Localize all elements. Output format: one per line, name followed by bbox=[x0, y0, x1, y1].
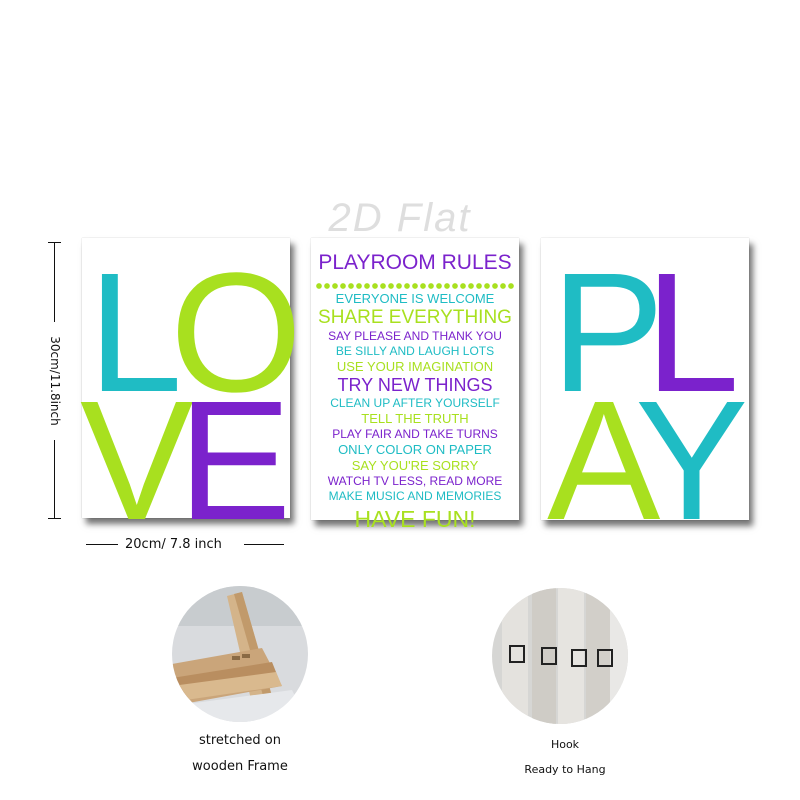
height-tick-bottom bbox=[48, 518, 61, 519]
frame-caption-line2: wooden Frame bbox=[192, 759, 288, 774]
rule-line: TRY NEW THINGS bbox=[337, 375, 493, 395]
rule-line: ONLY COLOR ON PAPER bbox=[338, 442, 492, 457]
play-letter-y: Y bbox=[635, 366, 749, 556]
rule-line: EVERYONE IS WELCOME bbox=[335, 291, 495, 306]
rule-line: HAVE FUN! bbox=[354, 506, 476, 532]
rule-line: MAKE MUSIC AND MEMORIES bbox=[328, 489, 502, 503]
wooden-frame-image bbox=[172, 586, 308, 722]
playroom-rules-panel: PLAYROOM RULES EVERYONE IS WELCOME SHARE … bbox=[311, 238, 519, 531]
width-label: 20cm/ 7.8 inch bbox=[125, 537, 222, 552]
rule-line: WATCH TV LESS, READ MORE bbox=[327, 474, 503, 488]
hook-caption-line1: Hook bbox=[550, 738, 580, 751]
frame-caption-line1: stretched on bbox=[199, 733, 281, 748]
height-line-top bbox=[54, 242, 55, 322]
hook-photo bbox=[492, 588, 628, 724]
rules-title: PLAYROOM RULES bbox=[318, 251, 512, 274]
wooden-frame-photo bbox=[172, 586, 308, 722]
rule-line: TELL THE TRUTH bbox=[361, 411, 469, 426]
play-canvas-panel: P L A Y bbox=[541, 238, 749, 546]
rule-line: BE SILLY AND LAUGH LOTS bbox=[335, 344, 495, 358]
rule-line: SHARE EVERYTHING bbox=[318, 307, 512, 328]
rule-line: SAY PLEASE AND THANK YOU bbox=[328, 329, 502, 343]
width-line-right bbox=[244, 544, 284, 545]
love-letter-e: E bbox=[178, 366, 292, 556]
rule-line: CLEAN UP AFTER YOURSELF bbox=[330, 396, 500, 410]
hook-caption-line2: Ready to Hang bbox=[524, 763, 606, 776]
dotted-divider bbox=[315, 282, 515, 290]
rule-line: USE YOUR IMAGINATION bbox=[336, 359, 494, 374]
love-letter-v: V bbox=[80, 366, 194, 556]
watermark: 2D Flat bbox=[328, 196, 472, 240]
rule-line: SAY YOU'RE SORRY bbox=[351, 458, 479, 473]
love-canvas-panel: L O V E bbox=[80, 238, 302, 546]
height-line-bottom bbox=[54, 440, 55, 518]
hook-image bbox=[492, 588, 628, 724]
rule-line: PLAY FAIR AND TAKE TURNS bbox=[332, 427, 498, 441]
height-label: 30cm/11.8inch bbox=[48, 336, 62, 426]
height-tick-top bbox=[48, 242, 61, 243]
width-line-left bbox=[86, 544, 118, 545]
